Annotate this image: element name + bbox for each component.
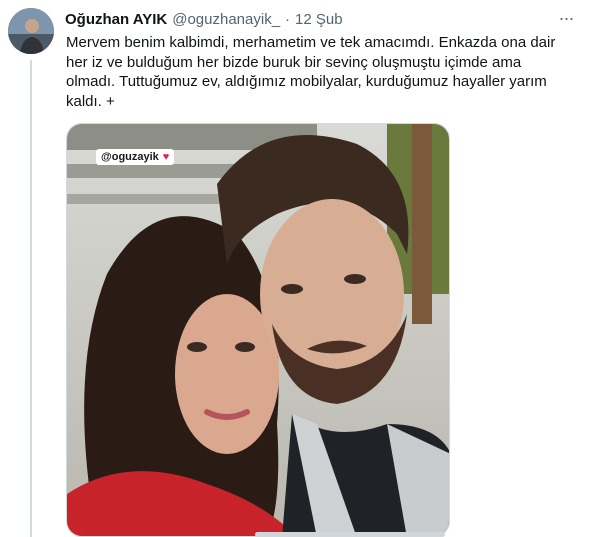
- author-handle[interactable]: @oguzhanayik_: [172, 11, 280, 28]
- thread-line: [30, 60, 32, 537]
- more-options-icon[interactable]: ···: [555, 8, 577, 28]
- tweet-text: Mervem benim kalbimdi, merhametim ve tek…: [66, 34, 556, 110]
- avatar[interactable]: [8, 8, 54, 54]
- tweet-header: Oğuzhan AYIK @oguzhanayik_ · 12 Şub: [65, 9, 343, 29]
- photo-image: [67, 124, 449, 536]
- horizontal-scrollbar[interactable]: [255, 532, 445, 537]
- author-name[interactable]: Oğuzhan AYIK: [65, 11, 167, 28]
- avatar-image: [8, 8, 54, 54]
- tweet-photo[interactable]: [66, 123, 450, 537]
- separator-dot: ·: [285, 10, 291, 28]
- photo-sticker: @oguzayik ♥: [96, 149, 175, 165]
- tweet-date[interactable]: 12 Şub: [295, 11, 343, 28]
- tweet[interactable]: Oğuzhan AYIK @oguzhanayik_ · 12 Şub ··· …: [0, 0, 589, 537]
- sticker-text: @oguzayik: [101, 151, 159, 163]
- heart-icon: ♥: [162, 151, 170, 163]
